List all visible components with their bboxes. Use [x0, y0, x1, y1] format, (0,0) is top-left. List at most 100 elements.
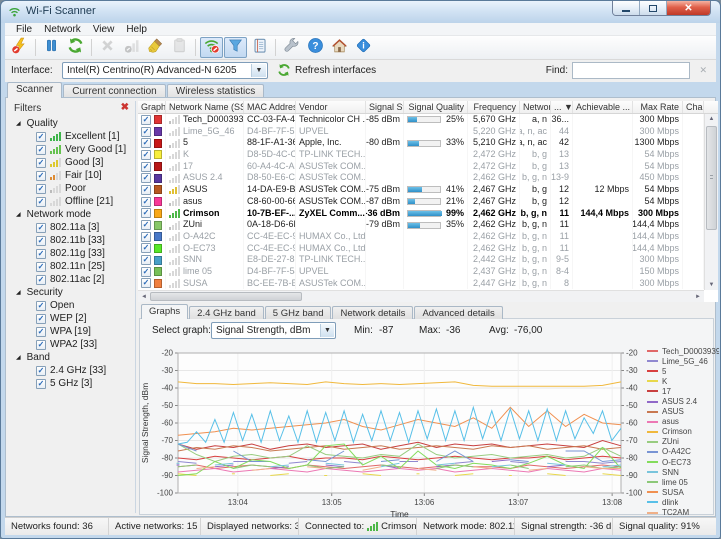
row-checkbox[interactable]: ✓	[141, 231, 151, 242]
home-button[interactable]	[328, 37, 351, 58]
column-header-network-[interactable]: Network ...	[520, 101, 551, 113]
filter-item-very-good-1-[interactable]: ✓ Very Good [1]	[9, 143, 135, 156]
checkbox-icon[interactable]: ✓	[36, 196, 46, 207]
graph-tab-graphs[interactable]: Graphs	[141, 304, 189, 319]
table-row[interactable]: ✓ O-EC73 CC-4E-EC-9E...HUMAX Co., Ltd. 2,46…	[138, 242, 718, 255]
filter-item-good-3-[interactable]: ✓ Good [3]	[9, 156, 135, 169]
tab-scanner[interactable]: Scanner	[7, 82, 63, 98]
row-checkbox[interactable]: ✓	[141, 278, 151, 289]
row-checkbox[interactable]: ✓	[141, 220, 151, 231]
graph-tab-2-4-ghz-band[interactable]: 2.4 GHz band	[189, 306, 264, 319]
row-checkbox[interactable]: ✓	[141, 161, 151, 172]
checkbox-icon[interactable]: ✓	[36, 235, 46, 246]
table-row[interactable]: ✓ lime 05 D4-BF-7F-54-...UPVEL 2,437 GHzb, …	[138, 265, 718, 278]
pause-button[interactable]	[40, 37, 63, 58]
filter-item-802-11g-33-[interactable]: ✓ 802.11g [33]	[9, 247, 135, 260]
filter-item-802-11ac-2-[interactable]: ✓ 802.11ac [2]	[9, 273, 135, 286]
row-checkbox[interactable]: ✓	[141, 243, 151, 254]
checkbox-icon[interactable]: ✓	[36, 183, 46, 194]
graph-tab-network-details[interactable]: Network details	[332, 306, 414, 319]
row-checkbox[interactable]: ✓	[141, 208, 151, 219]
scroll-right-icon[interactable]: ►	[695, 294, 701, 300]
menu-view[interactable]: View	[87, 24, 121, 35]
column-header--[interactable]: ... ▼	[551, 101, 573, 113]
checkbox-icon[interactable]: ✓	[36, 313, 46, 324]
filter-item-802-11b-33-[interactable]: ✓ 802.11b [33]	[9, 234, 135, 247]
row-checkbox[interactable]: ✓	[141, 196, 151, 207]
menu-file[interactable]: File	[10, 24, 38, 35]
table-row[interactable]: ✓ Tech_D0003939CC-03-FA-47-...Technicolor…	[138, 114, 718, 126]
table-row[interactable]: ✓ O-A42C CC-4E-EC-9B...HUMAX Co., Ltd. 2,46…	[138, 230, 718, 243]
titlebar[interactable]: Wi-Fi Scanner ✕	[1, 1, 720, 23]
column-header-vendor[interactable]: Vendor	[296, 101, 366, 113]
log-button[interactable]	[248, 37, 271, 58]
horizontal-scrollbar[interactable]: ◄ ►	[138, 290, 704, 302]
checkbox-icon[interactable]: ✓	[36, 365, 46, 376]
table-row[interactable]: ✓ SNN E8-DE-27-88-...TP-LINK TECH... 2,442 …	[138, 254, 718, 266]
checkbox-icon[interactable]: ✓	[36, 300, 46, 311]
row-checkbox[interactable]: ✓	[141, 173, 151, 184]
menu-network[interactable]: Network	[38, 24, 87, 35]
filter-item-5-ghz-3-[interactable]: ✓ 5 GHz [3]	[9, 377, 135, 390]
horizontal-scroll-thumb[interactable]	[150, 292, 302, 301]
filter-button[interactable]	[224, 37, 247, 58]
filter-item-fair-10-[interactable]: ✓ Fair [10]	[9, 169, 135, 182]
maximize-button[interactable]	[640, 1, 667, 15]
column-header-chann-[interactable]: Chann...	[683, 101, 704, 113]
graph-type-select[interactable]: Signal Strength, dBm ▼	[211, 322, 336, 339]
column-header-mac-address-[interactable]: MAC Address...	[244, 101, 296, 113]
refresh-button[interactable]	[64, 37, 87, 58]
filter-section-quality[interactable]: ◢ Quality	[9, 117, 135, 130]
filter-item-802-11a-3-[interactable]: ✓ 802.11a [3]	[9, 221, 135, 234]
minimize-button[interactable]	[613, 1, 640, 15]
checkbox-icon[interactable]: ✓	[36, 157, 46, 168]
delete-button[interactable]	[96, 37, 119, 58]
checkbox-icon[interactable]: ✓	[36, 170, 46, 181]
column-header-graph[interactable]: Graph	[138, 101, 166, 113]
checkbox-icon[interactable]: ✓	[36, 378, 46, 389]
row-checkbox[interactable]: ✓	[141, 114, 151, 125]
filter-section-network-mode[interactable]: ◢ Network mode	[9, 208, 135, 221]
row-checkbox[interactable]: ✓	[141, 138, 151, 149]
clear-find-icon[interactable]: ✕	[699, 65, 707, 76]
table-row[interactable]: ✓ ZUni 0A-18-D6-6B-... -79 dBm 35% 2,462 GHzb…	[138, 219, 718, 231]
checkbox-icon[interactable]: ✓	[36, 274, 46, 285]
row-checkbox[interactable]: ✓	[141, 255, 151, 266]
graph-tab-advanced-details[interactable]: Advanced details	[414, 306, 503, 319]
scroll-down-icon[interactable]: ▼	[705, 282, 718, 288]
filter-item-802-11n-25-[interactable]: ✓ 802.11n [25]	[9, 260, 135, 273]
settings-button[interactable]	[280, 37, 303, 58]
tree-expander-icon[interactable]: ◢	[16, 211, 21, 218]
scroll-up-icon[interactable]: ▲	[705, 116, 718, 122]
column-header-signal-str-[interactable]: Signal Str...	[366, 101, 404, 113]
filter-item-2-4-ghz-33-[interactable]: ✓ 2.4 GHz [33]	[9, 364, 135, 377]
filter-item-wep-2-[interactable]: ✓ WEP [2]	[9, 312, 135, 325]
checkbox-icon[interactable]: ✓	[36, 261, 46, 272]
checkbox-icon[interactable]: ✓	[36, 326, 46, 337]
row-checkbox[interactable]: ✓	[141, 149, 151, 160]
table-row[interactable]: ✓ ASUS 14-DA-E9-BB-...ASUSTek COM...-75 dB…	[138, 184, 718, 196]
refresh-interfaces-button[interactable]: Refresh interfaces	[295, 65, 376, 76]
table-row[interactable]: ✓ 17 60-A4-4C-A3-...ASUSTek COM... 2,472 GH…	[138, 160, 718, 173]
row-checkbox[interactable]: ✓	[141, 126, 151, 137]
table-row[interactable]: ✓ asus C8-60-00-66-...ASUSTek COM...-87 dB…	[138, 195, 718, 208]
close-button[interactable]: ✕	[667, 1, 710, 15]
graph-tab-5-ghz-band[interactable]: 5 GHz band	[264, 306, 332, 319]
checkbox-icon[interactable]: ✓	[36, 144, 46, 155]
help-button[interactable]: ?	[304, 37, 327, 58]
column-header-network-name-ssid-[interactable]: Network Name (SSID)	[166, 101, 244, 113]
column-header-signal-quality[interactable]: Signal Quality	[404, 101, 468, 113]
table-row[interactable]: ✓ ASUS 2.4 D8-50-E6-CA-...ASUSTek COM... 2,…	[138, 172, 718, 185]
wifi-stop-button[interactable]	[200, 37, 223, 58]
signal-stop-button[interactable]	[120, 37, 143, 58]
row-checkbox[interactable]: ✓	[141, 266, 151, 277]
menu-help[interactable]: Help	[120, 24, 153, 35]
close-filters-icon[interactable]: ✖	[121, 103, 129, 113]
filter-item-offline-21-[interactable]: ✓ Offline [21]	[9, 195, 135, 208]
clear-button[interactable]	[144, 37, 167, 58]
row-checkbox[interactable]: ✓	[141, 184, 151, 195]
tree-expander-icon[interactable]: ◢	[16, 289, 21, 296]
column-header-frequency[interactable]: Frequency	[468, 101, 520, 113]
tab-current-connection[interactable]: Current connection	[63, 84, 166, 98]
table-row[interactable]: ✓ SUSA BC-EE-7B-E5...ASUSTek COM... 2,447 G…	[138, 277, 718, 290]
